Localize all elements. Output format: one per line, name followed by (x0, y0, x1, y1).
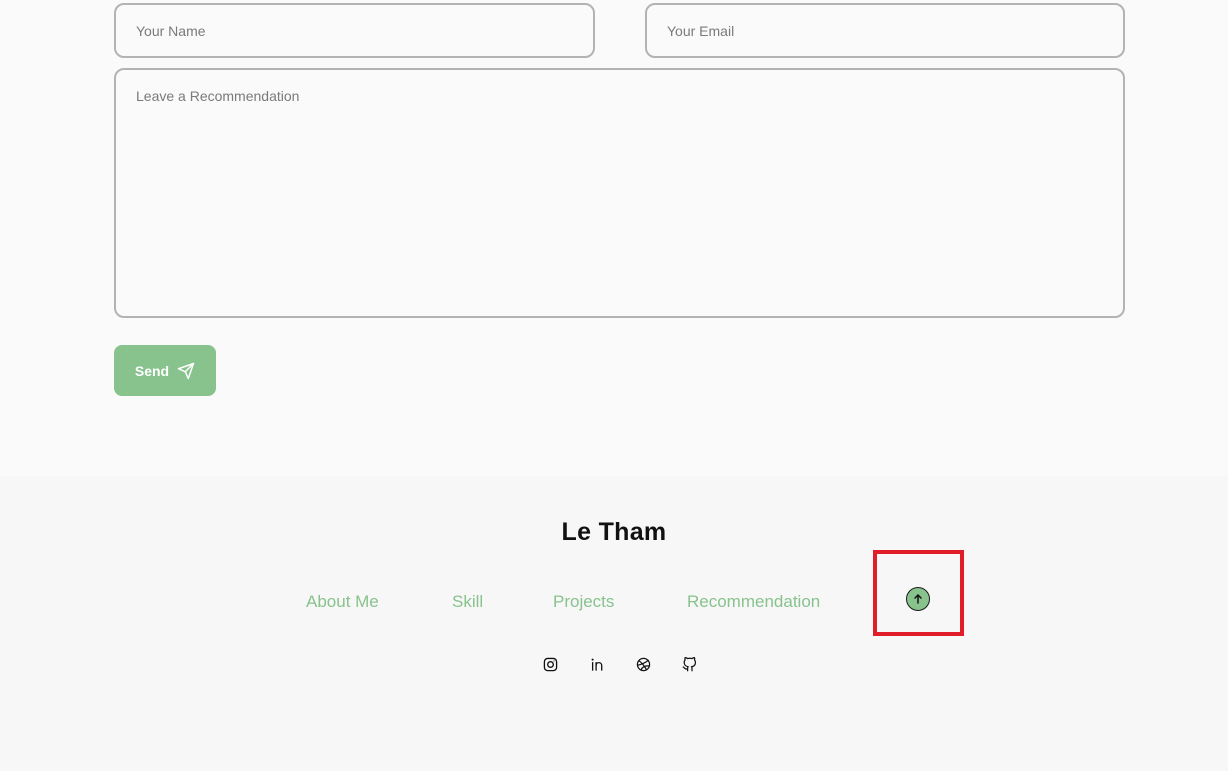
footer-nav-skill[interactable]: Skill (452, 592, 483, 612)
email-input[interactable] (645, 3, 1125, 58)
send-button-label: Send (134, 362, 170, 379)
github-icon[interactable] (681, 656, 697, 672)
instagram-icon[interactable] (542, 656, 558, 672)
back-to-top-button[interactable] (906, 587, 930, 611)
recommendation-textarea[interactable] (114, 68, 1125, 318)
dribbble-icon[interactable] (635, 656, 651, 672)
linkedin-icon[interactable] (589, 656, 605, 672)
name-input[interactable] (114, 3, 595, 58)
paper-plane-icon (177, 362, 195, 379)
footer-brand-name: Le Tham (561, 518, 667, 546)
arrow-up-icon (914, 594, 922, 604)
footer-nav-projects[interactable]: Projects (553, 592, 614, 612)
footer-nav-about-me[interactable]: About Me (306, 592, 379, 612)
page: Send Le Tham About Me Skill Projects Rec… (0, 0, 1228, 771)
footer-nav-recommendation[interactable]: Recommendation (687, 592, 820, 612)
send-button[interactable]: Send (114, 345, 216, 396)
footer: Le Tham About Me Skill Projects Recommen… (0, 476, 1228, 771)
